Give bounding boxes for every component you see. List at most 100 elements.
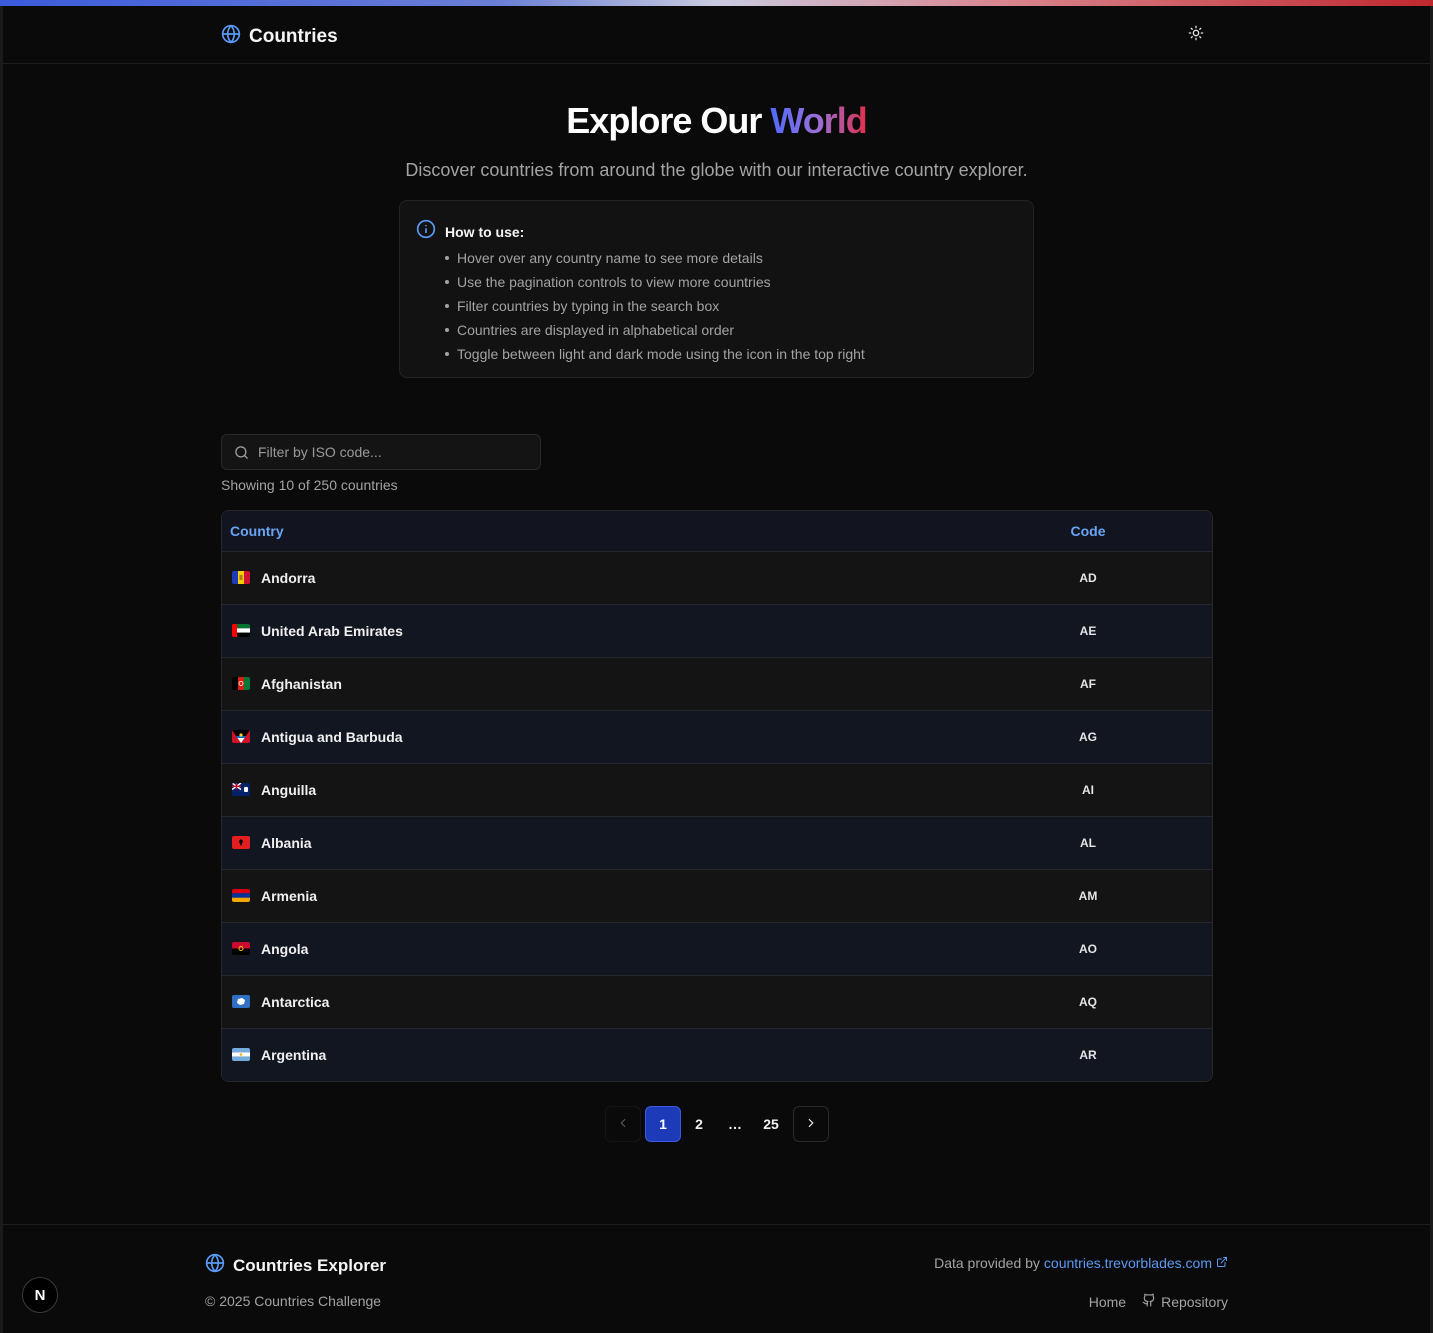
- country-name[interactable]: Argentina: [261, 1047, 326, 1063]
- flag-andorra-icon: [232, 571, 250, 584]
- chevron-right-icon: [804, 1116, 818, 1133]
- bullet: [445, 352, 449, 356]
- bullet: [445, 304, 449, 308]
- site-header: Countries: [3, 6, 1430, 64]
- table-row[interactable]: Antigua and Barbuda AG: [222, 711, 1212, 764]
- table-row[interactable]: Argentina AR: [222, 1029, 1212, 1081]
- footer-brand-text: Countries Explorer: [233, 1255, 387, 1275]
- flag-albania-icon: [232, 836, 250, 849]
- list-item: Use the pagination controls to view more…: [445, 270, 865, 294]
- country-name[interactable]: Andorra: [261, 570, 315, 586]
- page-button-2[interactable]: 2: [681, 1106, 717, 1142]
- globe-icon: [221, 24, 241, 49]
- country-code: AF: [1080, 677, 1096, 691]
- site-footer: Countries Explorer © 2025 Countries Chal…: [3, 1224, 1430, 1333]
- table-row[interactable]: United Arab Emirates AE: [222, 605, 1212, 658]
- footer-home-link[interactable]: Home: [1089, 1294, 1126, 1310]
- data-source-link[interactable]: countries.trevorblades.com: [1044, 1255, 1212, 1271]
- search-icon: [234, 445, 249, 465]
- info-icon: [416, 219, 436, 244]
- country-name[interactable]: Anguilla: [261, 782, 316, 798]
- external-link-icon: [1216, 1255, 1228, 1271]
- list-item: Toggle between light and dark mode using…: [445, 342, 865, 366]
- previous-page-button[interactable]: [605, 1106, 641, 1142]
- table-header: Country Code: [222, 511, 1212, 552]
- how-to-use-list: Hover over any country name to see more …: [445, 246, 865, 366]
- header-brand[interactable]: Countries: [221, 24, 338, 49]
- window-border-left: [0, 6, 3, 1333]
- flag-armenia-icon: [232, 889, 250, 902]
- list-item-text: Use the pagination controls to view more…: [457, 274, 771, 290]
- table-row[interactable]: Afghanistan AF: [222, 658, 1212, 711]
- country-code: AI: [1082, 783, 1094, 797]
- list-item-text: Toggle between light and dark mode using…: [457, 346, 865, 362]
- footer-links: Home Repository: [1089, 1293, 1228, 1310]
- country-code: AD: [1079, 571, 1097, 585]
- flag-argentina-icon: [232, 1048, 250, 1061]
- country-name[interactable]: Afghanistan: [261, 676, 342, 692]
- country-code: AO: [1079, 942, 1097, 956]
- flag-afghanistan-icon: [232, 677, 250, 690]
- country-name[interactable]: Antigua and Barbuda: [261, 729, 403, 745]
- list-item-text: Filter countries by typing in the search…: [457, 298, 720, 314]
- list-item: Filter countries by typing in the search…: [445, 294, 865, 318]
- column-header-code[interactable]: Code: [1058, 523, 1118, 539]
- footer-copyright: © 2025 Countries Challenge: [205, 1293, 382, 1309]
- page-button-1[interactable]: 1: [645, 1106, 681, 1142]
- table-row[interactable]: Anguilla AI: [222, 764, 1212, 817]
- country-name[interactable]: Antarctica: [261, 994, 329, 1010]
- page-subtitle: Discover countries from around the globe…: [405, 160, 1028, 180]
- page-title-accent: World: [770, 100, 867, 141]
- bullet: [445, 328, 449, 332]
- country-code: AL: [1080, 836, 1096, 850]
- sun-icon: [1188, 25, 1204, 46]
- github-icon: [1142, 1293, 1156, 1310]
- search-box[interactable]: [221, 434, 541, 470]
- how-to-use-title: How to use:: [445, 223, 525, 240]
- how-to-use-panel: How to use: Hover over any country name …: [399, 200, 1034, 378]
- country-name[interactable]: Angola: [261, 941, 308, 957]
- flag-anguilla-icon: [232, 783, 250, 796]
- bullet: [445, 280, 449, 284]
- country-code: AE: [1079, 624, 1097, 638]
- country-code: AG: [1079, 730, 1097, 744]
- data-attribution-prefix: Data provided by: [934, 1255, 1040, 1271]
- table-row[interactable]: Andorra AD: [222, 552, 1212, 605]
- table-row[interactable]: Armenia AM: [222, 870, 1212, 923]
- flag-antarctica-icon: [232, 995, 250, 1008]
- list-item: Hover over any country name to see more …: [445, 246, 865, 270]
- chevron-left-icon: [616, 1116, 630, 1133]
- flag-antigua-icon: [232, 730, 250, 743]
- nextjs-logo-icon: N: [34, 1286, 46, 1304]
- table-row[interactable]: Albania AL: [222, 817, 1212, 870]
- results-count: Showing 10 of 250 countries: [221, 477, 398, 493]
- country-name[interactable]: United Arab Emirates: [261, 623, 403, 639]
- globe-icon: [205, 1253, 225, 1278]
- countries-table: Country Code Andorra AD United Arab Emir…: [221, 510, 1213, 1082]
- table-row[interactable]: Antarctica AQ: [222, 976, 1212, 1029]
- footer-repository-link[interactable]: Repository: [1142, 1293, 1228, 1310]
- theme-toggle-button[interactable]: [1185, 24, 1207, 46]
- list-item-text: Countries are displayed in alphabetical …: [457, 322, 735, 338]
- country-name[interactable]: Armenia: [261, 888, 317, 904]
- header-brand-text: Countries: [249, 25, 338, 47]
- footer-brand[interactable]: Countries Explorer: [205, 1253, 386, 1278]
- page-button-25[interactable]: 25: [753, 1106, 789, 1142]
- page-title-main: Explore Our: [566, 100, 771, 141]
- country-name[interactable]: Albania: [261, 835, 312, 851]
- list-item-text: Hover over any country name to see more …: [457, 250, 763, 266]
- footer-repository-label: Repository: [1161, 1293, 1228, 1310]
- how-to-use-header: How to use:: [416, 219, 524, 244]
- next-page-button[interactable]: [793, 1106, 829, 1142]
- column-header-country[interactable]: Country: [230, 523, 284, 539]
- nextjs-devtools-button[interactable]: N: [22, 1277, 58, 1313]
- country-code: AM: [1078, 889, 1098, 903]
- bullet: [445, 256, 449, 260]
- table-row[interactable]: Angola AO: [222, 923, 1212, 976]
- pagination: 1 2 … 25: [605, 1106, 829, 1142]
- list-item: Countries are displayed in alphabetical …: [445, 318, 865, 342]
- search-input[interactable]: [258, 435, 536, 469]
- country-code: AQ: [1079, 995, 1097, 1009]
- pagination-ellipsis: …: [728, 1116, 742, 1132]
- flag-angola-icon: [232, 942, 250, 955]
